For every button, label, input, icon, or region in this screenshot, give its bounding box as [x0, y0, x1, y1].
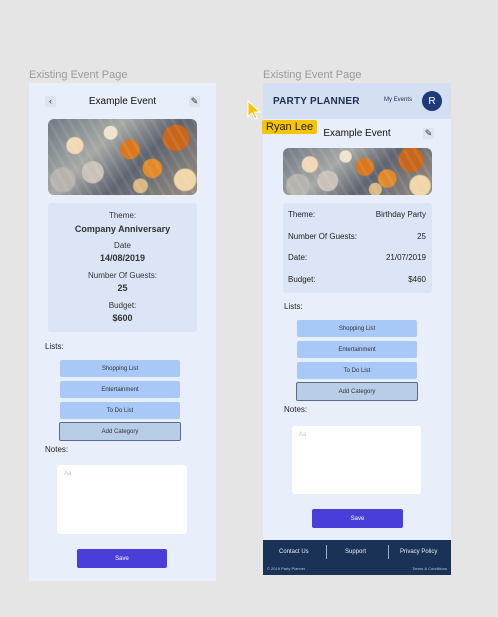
- guests-value: 25: [117, 283, 128, 293]
- edit-button[interactable]: ✎: [423, 128, 434, 139]
- collaborator-name-tag: Ryan Lee: [262, 120, 318, 134]
- notes-placeholder: Aa: [299, 432, 307, 438]
- save-button[interactable]: Save: [77, 549, 167, 568]
- list-button-entertainment[interactable]: Entertainment: [297, 341, 417, 358]
- add-category-button[interactable]: Add Category: [296, 382, 418, 401]
- frame-label-1: Existing Event Page: [29, 69, 128, 81]
- site-footer: Contact Us Support Privacy Policy © 2019…: [263, 540, 451, 575]
- theme-label: Theme:: [108, 211, 137, 220]
- notes-placeholder: Aa: [64, 471, 72, 477]
- footer-copyright: © 2019 Party Planner: [267, 566, 306, 571]
- theme-value: Company Anniversary: [74, 224, 171, 234]
- footer-divider: [388, 545, 389, 559]
- save-button[interactable]: Save: [312, 509, 403, 528]
- notes-label: Notes:: [45, 445, 69, 454]
- footer-link-privacy[interactable]: Privacy Policy: [400, 549, 437, 555]
- theme-label: Theme:: [288, 210, 316, 219]
- edit-button[interactable]: ✎: [189, 96, 200, 107]
- my-events-link[interactable]: My Events: [384, 97, 412, 103]
- list-button-todo[interactable]: To Do List: [297, 362, 417, 379]
- lists-label: Lists:: [45, 342, 64, 351]
- date-value: 14/08/2019: [99, 253, 146, 263]
- guests-label: Number Of Guests:: [88, 271, 157, 280]
- list-button-shopping[interactable]: Shopping List: [297, 320, 417, 337]
- guests-label: Number Of Guests:: [288, 232, 357, 241]
- event-image: [283, 148, 432, 195]
- budget-value: $600: [112, 313, 133, 323]
- brand-logo[interactable]: PARTY PLANNER: [273, 96, 360, 107]
- frame-label-2: Existing Event Page: [263, 69, 362, 81]
- date-label: Date: [114, 241, 131, 250]
- footer-terms-link[interactable]: Terms & Conditions: [412, 566, 447, 571]
- date-value: 21/07/2019: [385, 253, 426, 262]
- budget-label: Budget:: [108, 301, 137, 310]
- budget-value: $460: [408, 275, 426, 284]
- pencil-icon: ✎: [190, 96, 199, 106]
- collaborator-cursor-icon: [247, 100, 261, 120]
- theme-value: Birthday Party: [375, 210, 426, 219]
- add-category-button[interactable]: Add Category: [59, 422, 181, 441]
- notes-input[interactable]: Aa: [292, 426, 421, 494]
- footer-link-support[interactable]: Support: [345, 549, 366, 555]
- notes-input[interactable]: Aa: [57, 465, 187, 534]
- pencil-icon: ✎: [424, 128, 433, 138]
- list-button-todo[interactable]: To Do List: [60, 402, 180, 419]
- footer-link-contact[interactable]: Contact Us: [279, 549, 309, 555]
- existing-event-frame-mobile: ‹ Example Event ✎ Theme: Company Anniver…: [29, 83, 216, 581]
- lists-label: Lists:: [284, 302, 303, 311]
- avatar[interactable]: R: [422, 91, 442, 111]
- footer-divider: [326, 545, 327, 559]
- date-label: Date:: [288, 253, 308, 262]
- event-details-card: Theme: Company Anniversary Date 14/08/20…: [48, 203, 197, 332]
- list-button-entertainment[interactable]: Entertainment: [60, 381, 180, 398]
- guests-value: 25: [417, 232, 426, 241]
- notes-label: Notes:: [284, 405, 308, 414]
- list-button-shopping[interactable]: Shopping List: [60, 360, 180, 377]
- page-title: Example Event: [88, 96, 157, 107]
- event-image: [48, 119, 197, 195]
- budget-label: Budget:: [288, 275, 316, 284]
- existing-event-frame-desktop: PARTY PLANNER My Events R Example Event …: [263, 83, 451, 575]
- top-navbar: PARTY PLANNER My Events R: [263, 83, 451, 119]
